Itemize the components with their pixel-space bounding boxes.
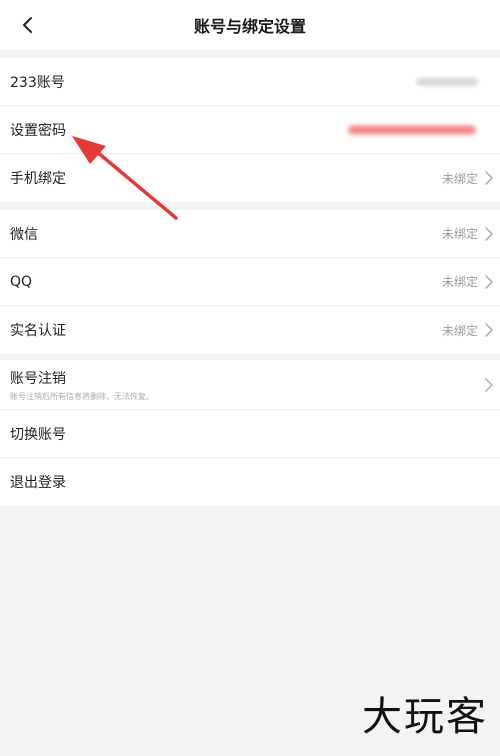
wechat-status: 未绑定 xyxy=(441,227,478,241)
top-nav-bar: 账号与绑定设置 xyxy=(0,0,500,50)
account-cancel-label: 账号注销 xyxy=(10,370,66,387)
qq-row[interactable]: QQ 未绑定 xyxy=(0,258,500,306)
account-id-row[interactable]: 233账号 xyxy=(0,58,500,106)
chevron-right-icon xyxy=(485,171,493,185)
third-party-group: 微信 未绑定 QQ 未绑定 实名认证 未绑定 xyxy=(0,210,500,354)
page-title: 账号与绑定设置 xyxy=(193,17,306,36)
switch-account-label: 切换账号 xyxy=(10,426,66,443)
phone-binding-label: 手机绑定 xyxy=(10,171,66,187)
qq-label: QQ xyxy=(10,273,33,290)
chevron-right-icon xyxy=(485,226,493,241)
switch-account-row[interactable]: 切换账号 xyxy=(0,410,500,458)
account-cancel-hint: 账号注销后所有信息将删除，无法恢复。 xyxy=(10,391,154,401)
phone-binding-status: 未绑定 xyxy=(441,171,478,186)
back-button[interactable] xyxy=(12,10,42,40)
set-password-label: 设置密码 xyxy=(10,122,66,139)
real-name-row[interactable]: 实名认证 未绑定 xyxy=(0,306,500,354)
account-id-label: 233账号 xyxy=(10,74,65,91)
wechat-label: 微信 xyxy=(10,226,38,243)
wechat-row[interactable]: 微信 未绑定 xyxy=(0,210,500,258)
logout-row[interactable]: 退出登录 xyxy=(0,458,500,506)
chevron-right-icon xyxy=(485,377,493,392)
chevron-right-icon xyxy=(485,323,493,337)
account-group: 233账号 设置密码 手机绑定 未绑定 xyxy=(0,58,500,202)
phone-binding-row[interactable]: 手机绑定 未绑定 xyxy=(0,154,500,202)
real-name-label: 实名认证 xyxy=(10,323,66,339)
account-actions-group: 账号注销 账号注销后所有信息将删除，无法恢复。 切换账号 退出登录 xyxy=(0,360,500,506)
account-cancel-row[interactable]: 账号注销 账号注销后所有信息将删除，无法恢复。 xyxy=(0,360,500,410)
chevron-right-icon xyxy=(485,274,493,289)
set-password-value-redacted xyxy=(348,125,476,134)
qq-status: 未绑定 xyxy=(441,275,478,289)
chevron-left-icon xyxy=(23,17,32,33)
logout-label: 退出登录 xyxy=(10,475,66,491)
real-name-status: 未绑定 xyxy=(441,323,478,338)
set-password-row[interactable]: 设置密码 xyxy=(0,106,500,154)
account-id-value-redacted xyxy=(416,77,478,86)
watermark-logo: 大玩客 xyxy=(362,694,488,740)
